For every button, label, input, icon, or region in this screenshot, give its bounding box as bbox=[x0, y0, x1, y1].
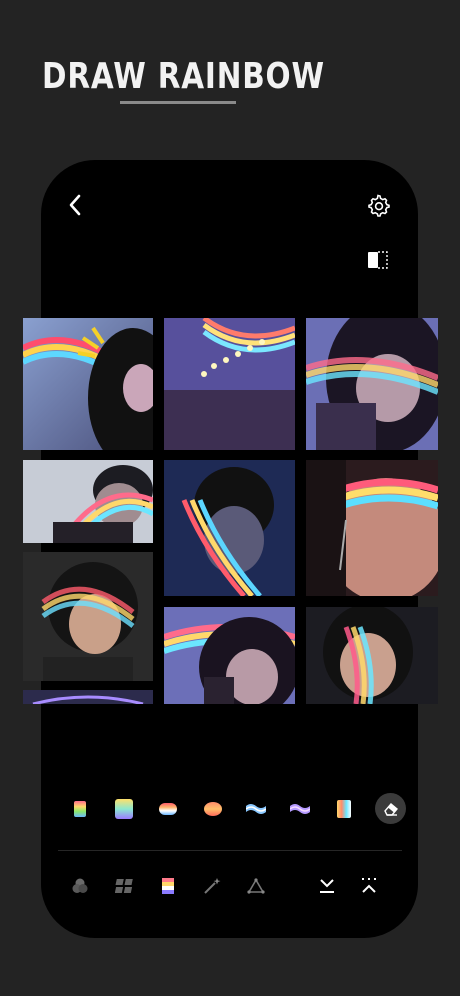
eraser-icon bbox=[383, 802, 398, 816]
photo-tile[interactable] bbox=[164, 318, 295, 450]
photo-rainbow-girl-brush bbox=[306, 318, 438, 450]
settings-button[interactable] bbox=[363, 190, 395, 222]
tool-magic-wand[interactable] bbox=[198, 872, 226, 900]
tool-color-mix[interactable] bbox=[66, 872, 94, 900]
rainbow-wave-purple-sticker[interactable] bbox=[289, 793, 311, 825]
toolbar-divider bbox=[58, 850, 402, 851]
rainbow-prism-icon bbox=[337, 800, 351, 818]
photo-rainbow-strip-bottom bbox=[23, 690, 153, 704]
photo-tile[interactable] bbox=[306, 460, 438, 596]
rainbow-wave-blue-sticker[interactable] bbox=[245, 793, 267, 825]
chevron-left-icon bbox=[69, 194, 81, 216]
photo-tile[interactable] bbox=[23, 460, 153, 543]
headline-underline bbox=[120, 101, 236, 104]
rainbow-rect-icon bbox=[74, 801, 86, 817]
rainbow-oval-icon bbox=[204, 802, 222, 816]
rainbow-rect-sticker[interactable] bbox=[72, 793, 88, 825]
gear-icon bbox=[368, 194, 390, 217]
headline: DRAW RAINBOW bbox=[42, 56, 325, 97]
rainbow-square-sticker[interactable] bbox=[113, 793, 135, 825]
photo-tile[interactable] bbox=[164, 607, 295, 704]
photo-rainbow-boy-profile bbox=[164, 460, 295, 596]
rainbow-pill-icon bbox=[159, 803, 177, 815]
photo-rainbow-girl-brush-2 bbox=[164, 607, 295, 704]
tool-grid[interactable] bbox=[110, 872, 138, 900]
photo-rainbow-girl-burst bbox=[23, 318, 153, 450]
photo-rainbow-wall-lights bbox=[164, 318, 295, 450]
split-compare-icon bbox=[368, 251, 388, 269]
grid-icon bbox=[115, 879, 133, 893]
rainbow-wave-blue-icon bbox=[246, 804, 266, 814]
rainbow-prism-sticker[interactable] bbox=[335, 793, 353, 825]
tool-expand-up[interactable] bbox=[355, 872, 383, 900]
photo-tile[interactable] bbox=[164, 460, 295, 596]
photo-rainbow-girl-closeup bbox=[306, 460, 438, 596]
tool-rainbow[interactable] bbox=[154, 872, 182, 900]
photo-tile[interactable] bbox=[306, 318, 438, 450]
photo-rainbow-girl-eyes-closed bbox=[23, 552, 153, 681]
photo-tile[interactable] bbox=[23, 318, 153, 450]
tool-collapse-down[interactable] bbox=[313, 872, 341, 900]
compare-button[interactable] bbox=[362, 246, 394, 274]
rainbow-pill-sticker[interactable] bbox=[158, 793, 178, 825]
rainbow-square-icon bbox=[115, 799, 133, 819]
tool-shape[interactable] bbox=[242, 872, 270, 900]
chevron-expand-up-icon bbox=[362, 878, 376, 893]
chevron-collapse-down-icon bbox=[320, 879, 334, 893]
photo-tile[interactable] bbox=[306, 607, 438, 704]
rainbow-wave-purple-icon bbox=[290, 804, 310, 814]
photo-rainbow-boy-hands bbox=[23, 460, 153, 543]
rainbow-layer-icon bbox=[162, 878, 174, 894]
triangle-icon bbox=[247, 878, 265, 894]
back-button[interactable] bbox=[60, 190, 90, 220]
photo-tile[interactable] bbox=[23, 690, 153, 704]
magic-wand-icon bbox=[204, 878, 221, 894]
circles-icon bbox=[72, 878, 88, 893]
photo-rainbow-girl-smile bbox=[306, 607, 438, 704]
rainbow-oval-sticker[interactable] bbox=[203, 793, 223, 825]
photo-tile[interactable] bbox=[23, 552, 153, 681]
eraser-button[interactable] bbox=[375, 793, 406, 824]
